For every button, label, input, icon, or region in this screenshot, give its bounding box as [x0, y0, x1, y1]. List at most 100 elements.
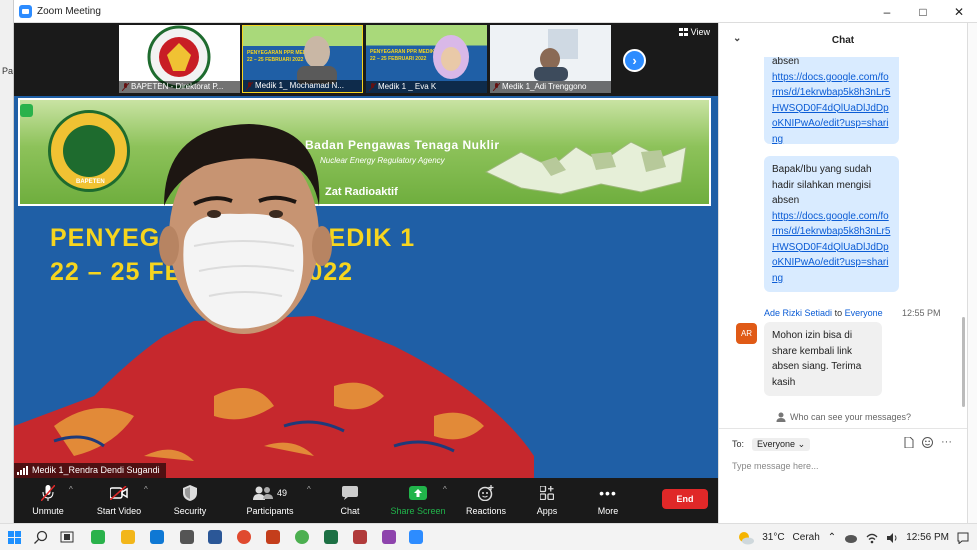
participant-thumbnail[interactable]: Medik 1_Adi Trenggono [490, 25, 611, 93]
next-page-button[interactable]: › [623, 49, 646, 72]
collapse-chevron-icon[interactable]: ⌄ [733, 33, 741, 44]
app-icon-store[interactable] [180, 530, 194, 544]
start-video-button[interactable]: Start Video [94, 478, 144, 523]
emoji-icon[interactable] [922, 437, 933, 448]
app-icon-purple[interactable] [382, 530, 396, 544]
chrome-icon[interactable] [237, 530, 251, 544]
app-icon-red[interactable] [353, 530, 367, 544]
speaker-person [14, 124, 534, 478]
participant-thumbnail[interactable]: BAPETEN - Direktorat P... [119, 25, 240, 93]
view-button[interactable]: View [678, 27, 710, 37]
zoom-logo-icon [19, 4, 32, 18]
chevron-down-icon: ⌄ [797, 438, 806, 449]
recipient-select[interactable]: Everyone ⌄ [752, 437, 811, 451]
chevron-up-icon[interactable]: ⌃ [828, 532, 836, 543]
word-icon[interactable] [208, 530, 222, 544]
task-view-icon[interactable] [60, 530, 74, 544]
share-screen-label: Share Screen [390, 506, 446, 516]
apps-label: Apps [536, 506, 558, 516]
message-link[interactable]: https://docs.google.com/forms/d/1ekrwbap… [772, 211, 890, 284]
background-app-window[interactable]: Pa [0, 0, 14, 523]
chat-message: absen https://docs.google.com/forms/d/1e… [764, 57, 899, 145]
end-meeting-button[interactable]: End [662, 489, 708, 509]
close-button[interactable]: ✕ [941, 0, 977, 23]
minimize-button[interactable]: – [869, 0, 905, 23]
chat-header: ⌄ Chat [719, 23, 967, 57]
smiley-plus-icon [478, 484, 494, 502]
chat-message-input[interactable]: Type message here... [732, 461, 819, 471]
title-bar: Zoom Meeting – □ ✕ [14, 0, 977, 23]
security-button[interactable]: Security [172, 478, 208, 523]
thumbnail-name: Medik 1_ Mochamad N... [243, 80, 362, 92]
share-screen-button[interactable]: Share Screen [389, 478, 447, 523]
meeting-area: BAPETEN - Direktorat P... PENYEGARAN PPR… [14, 23, 718, 478]
message-text: Bapak/Ibu yang sudah hadir silahkan meng… [772, 164, 872, 206]
participants-caret-icon[interactable]: ^ [307, 485, 311, 494]
reactions-button[interactable]: Reactions [463, 478, 509, 523]
message-time: 12:55 PM [902, 308, 941, 318]
thumbnail-slide-date: 22 – 25 FEBRUARI 2022 [370, 56, 427, 62]
windows-start-icon[interactable] [8, 531, 21, 544]
maximize-button[interactable]: □ [905, 0, 941, 23]
share-screen-icon [409, 484, 427, 502]
people-icon [776, 412, 786, 422]
mail-icon[interactable] [150, 530, 164, 544]
participants-label: Participants [246, 506, 294, 516]
sender-name[interactable]: Ade Rizki Setiadi [764, 308, 832, 318]
message-link[interactable]: https://docs.google.com/forms/d/1ekrwbap… [772, 72, 890, 145]
more-button[interactable]: ••• More [595, 478, 621, 523]
chevron-right-icon: › [632, 53, 637, 68]
message-text: Mohon izin bisa di share kembali link ab… [772, 330, 862, 388]
powerpoint-icon[interactable] [266, 530, 280, 544]
unmute-label: Unmute [32, 506, 64, 516]
folder-icon[interactable] [121, 530, 135, 544]
weather-temp[interactable]: 31°C [762, 532, 784, 543]
share-options-caret-icon[interactable]: ^ [443, 485, 447, 494]
speaker-name: Medik 1_Rendra Dendi Sugandi [32, 465, 160, 475]
message-text: absen [772, 57, 800, 67]
participants-icon: 49 [252, 484, 287, 502]
volume-icon[interactable] [886, 532, 898, 544]
grid-view-icon [678, 28, 688, 36]
apps-button[interactable]: Apps [534, 478, 560, 523]
unmute-button[interactable]: Unmute [30, 478, 66, 523]
recipient-row: To: Everyone ⌄ ··· [732, 437, 962, 451]
more-options-icon[interactable]: ··· [941, 437, 952, 448]
chat-panel: ⌄ Chat absen https://docs.google.com/for… [718, 23, 968, 523]
app-icon-chrome-profile[interactable] [91, 530, 105, 544]
window-title: Zoom Meeting [37, 5, 101, 17]
wifi-icon[interactable] [866, 532, 878, 544]
participants-button[interactable]: 49 Participants [242, 478, 298, 523]
privacy-notice[interactable]: Who can see your messages? [719, 410, 968, 424]
file-icon[interactable] [904, 437, 914, 448]
window-controls: – □ ✕ [869, 0, 977, 23]
chat-messages[interactable]: absen https://docs.google.com/forms/d/1e… [719, 57, 968, 407]
notification-icon[interactable] [957, 532, 969, 544]
clock-time[interactable]: 12:56 PM [906, 532, 949, 543]
chat-button[interactable]: Chat [336, 478, 364, 523]
weather-text[interactable]: Cerah [793, 532, 820, 543]
participant-thumbnail[interactable]: PENYEGARAN PPR MEDIK 22 – 25 FEBRUARI 20… [366, 25, 487, 93]
weather-sun-icon [739, 531, 755, 544]
message-sender-line: Ade Rizki Setiadi to Everyone 12:55 PM [764, 308, 941, 318]
excel-icon[interactable] [324, 530, 338, 544]
cloud-icon[interactable] [844, 532, 858, 544]
chat-bubble-icon [342, 484, 358, 502]
signal-bars-icon [17, 466, 28, 475]
thumbnail-name: Medik 1_Adi Trenggono [490, 81, 611, 93]
chrome-icon-2[interactable] [295, 530, 309, 544]
privacy-text: Who can see your messages? [789, 412, 912, 422]
reactions-label: Reactions [465, 506, 507, 516]
to-label: To: [732, 439, 745, 449]
speaker-name-label: Medik 1_Rendra Dendi Sugandi [14, 463, 166, 478]
participant-thumbnail[interactable]: PENYEGARAN PPR MEDIK 1 22 – 25 FEBRUARI … [242, 25, 363, 93]
participants-count: 49 [276, 488, 287, 498]
chat-scrollbar[interactable] [962, 317, 965, 407]
video-options-caret-icon[interactable]: ^ [144, 485, 148, 494]
active-speaker-video[interactable]: BAPETEN Badan Pengawas Tenaga Nuklir Nuc… [14, 96, 718, 478]
search-icon[interactable] [34, 530, 48, 544]
audio-options-caret-icon[interactable]: ^ [69, 485, 73, 494]
apps-icon [540, 484, 554, 502]
zoom-taskbar-icon[interactable] [409, 530, 423, 544]
screen: Pa Zoom Meeting – □ ✕ BAPETEN - Direktor… [0, 0, 977, 550]
